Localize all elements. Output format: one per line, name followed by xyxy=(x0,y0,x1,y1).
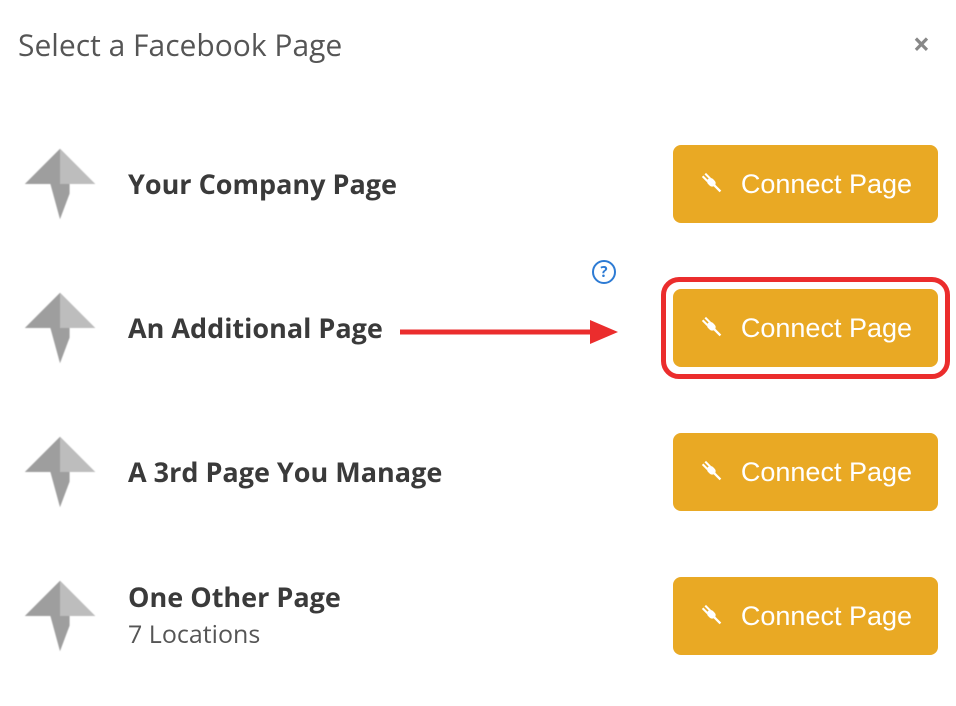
connect-page-label: Connect Page xyxy=(741,601,912,632)
plug-icon xyxy=(699,602,727,630)
page-row: An Additional Page Connect Page xyxy=(18,256,938,400)
page-text: A 3rd Page You Manage xyxy=(128,456,673,488)
page-name: An Additional Page xyxy=(128,312,673,344)
page-row: Your Company Page Connect Page xyxy=(18,112,938,256)
connect-page-button[interactable]: Connect Page xyxy=(673,145,938,223)
close-button[interactable]: × xyxy=(905,25,938,63)
arrow-icon xyxy=(20,288,100,368)
page-row: A 3rd Page You Manage Connect Page xyxy=(18,400,938,544)
plug-icon xyxy=(699,170,727,198)
connect-page-label: Connect Page xyxy=(741,313,912,344)
page-list: Your Company Page Connect Page An Additi… xyxy=(18,112,938,688)
modal-header: Select a Facebook Page × xyxy=(18,16,938,72)
connect-page-label: Connect Page xyxy=(741,169,912,200)
page-text: Your Company Page xyxy=(128,168,673,200)
plug-icon xyxy=(699,314,727,342)
page-subtext: 7 Locations xyxy=(128,617,673,651)
page-name: One Other Page xyxy=(128,581,673,613)
plug-icon xyxy=(699,458,727,486)
arrow-icon xyxy=(20,432,100,512)
page-text: One Other Page 7 Locations xyxy=(128,581,673,651)
page-text: An Additional Page xyxy=(128,312,673,344)
page-name: A 3rd Page You Manage xyxy=(128,456,673,488)
connect-page-button[interactable]: Connect Page xyxy=(673,577,938,655)
connect-page-button[interactable]: Connect Page xyxy=(673,289,938,367)
page-row: One Other Page 7 Locations Connect Page xyxy=(18,544,938,688)
modal-title: Select a Facebook Page xyxy=(18,24,342,65)
connect-page-label: Connect Page xyxy=(741,457,912,488)
page-name: Your Company Page xyxy=(128,168,673,200)
arrow-icon xyxy=(20,576,100,656)
connect-page-button[interactable]: Connect Page xyxy=(673,433,938,511)
select-facebook-page-modal: Select a Facebook Page × ? Your Company … xyxy=(0,0,956,706)
arrow-icon xyxy=(20,144,100,224)
